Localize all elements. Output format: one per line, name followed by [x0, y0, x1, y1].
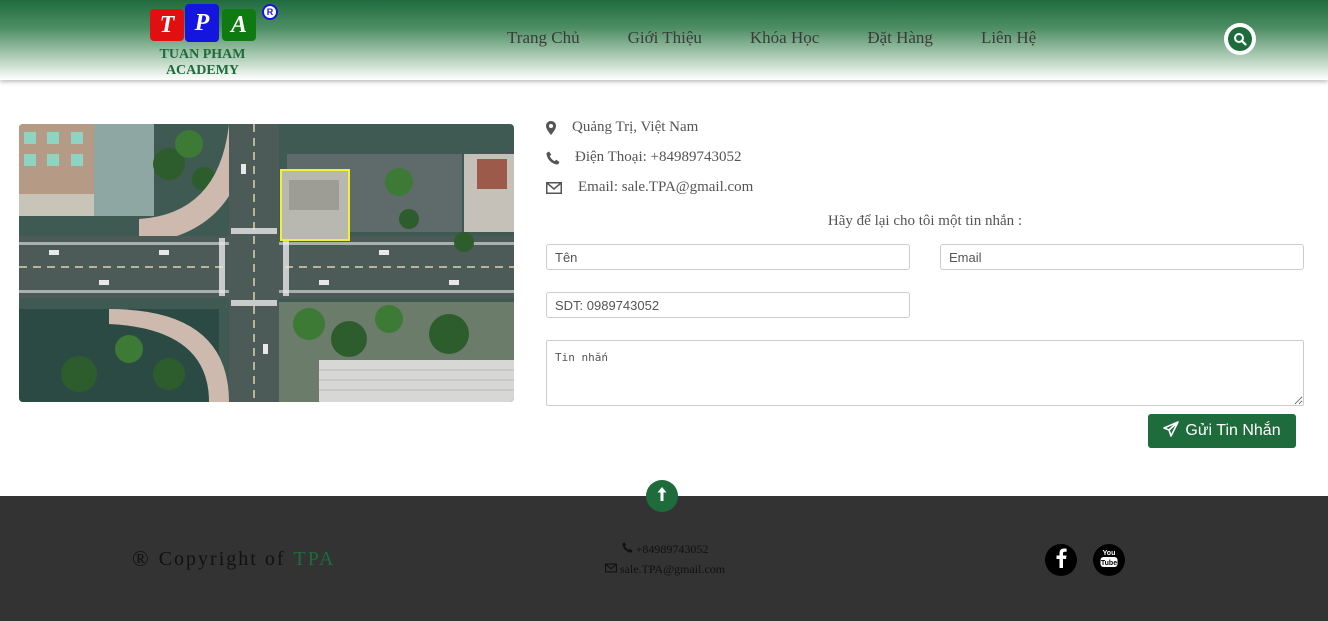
footer-phone-text: +84989743052	[635, 542, 709, 556]
copyright-text: Copyright of	[158, 547, 286, 570]
search-icon	[1228, 27, 1252, 51]
main-nav: Trang Chủ Giới Thiệu Khóa Học Đặt Hàng L…	[507, 28, 1084, 52]
scroll-to-top-button[interactable]	[646, 480, 678, 512]
email-text[interactable]: Email: sale.TPA@gmail.com	[578, 179, 753, 196]
nav-order[interactable]: Đặt Hàng	[867, 28, 933, 52]
logo[interactable]: T P A R TUAN PHAM ACADEMY	[150, 4, 280, 80]
copyright-brand[interactable]: TPA	[294, 548, 336, 571]
site-header: T P A R TUAN PHAM ACADEMY Trang Chủ Giới…	[0, 0, 1328, 80]
nav-courses[interactable]: Khóa Học	[750, 28, 819, 52]
arrow-up-icon	[656, 486, 668, 507]
message-textarea[interactable]	[546, 340, 1304, 406]
logo-name-line1: TUAN PHAM	[159, 47, 246, 62]
footer-email: sale.TPA@gmail.com	[560, 562, 770, 577]
paper-plane-icon	[1163, 420, 1180, 442]
svg-text:You: You	[1103, 550, 1116, 557]
email-input[interactable]	[940, 244, 1304, 270]
map-marker-icon	[546, 120, 572, 135]
envelope-icon	[546, 181, 578, 194]
copyright: ® Copyright of TPA	[132, 546, 335, 572]
facebook-icon	[1055, 548, 1067, 573]
logo-name-line2: ACADEMY	[165, 63, 240, 78]
address-text: Quảng Trị, Việt Nam	[572, 119, 699, 135]
footer-phone: +84989743052	[560, 542, 770, 557]
address-row: Quảng Trị, Việt Nam	[546, 119, 698, 136]
email-row: Email: sale.TPA@gmail.com	[546, 179, 753, 196]
phone-text: Điện Thoại: +84989743052	[575, 149, 742, 165]
facebook-button[interactable]	[1045, 544, 1077, 576]
youtube-button[interactable]: You Tube	[1093, 544, 1125, 576]
copyright-symbol: ®	[132, 546, 151, 571]
logo-letter-t: T	[150, 9, 184, 41]
send-button-label: Gửi Tin Nhắn	[1185, 422, 1281, 439]
nav-about[interactable]: Giới Thiệu	[628, 28, 702, 52]
message-prompt: Hãy để lại cho tôi một tin nhắn :	[827, 213, 1023, 229]
send-message-button[interactable]: Gửi Tin Nhắn	[1148, 414, 1296, 448]
phone-icon	[546, 151, 575, 165]
phone-input[interactable]	[546, 292, 910, 318]
nav-home[interactable]: Trang Chủ	[507, 28, 580, 52]
footer-phone-icon	[622, 542, 633, 557]
logo-text: TUAN PHAM ACADEMY	[150, 47, 255, 79]
svg-text:Tube: Tube	[1101, 560, 1117, 567]
search-button[interactable]	[1224, 23, 1256, 55]
youtube-icon: You Tube	[1099, 547, 1119, 574]
logo-letter-p: P	[185, 4, 219, 42]
phone-row: Điện Thoại: +84989743052	[546, 149, 742, 166]
name-input[interactable]	[546, 244, 910, 270]
nav-contact[interactable]: Liên Hệ	[981, 28, 1036, 52]
registered-mark: R	[262, 4, 278, 20]
footer-envelope-icon	[604, 562, 617, 577]
footer-email-text[interactable]: sale.TPA@gmail.com	[620, 562, 725, 577]
aerial-city-image	[19, 124, 514, 402]
logo-letter-a: A	[222, 9, 256, 41]
